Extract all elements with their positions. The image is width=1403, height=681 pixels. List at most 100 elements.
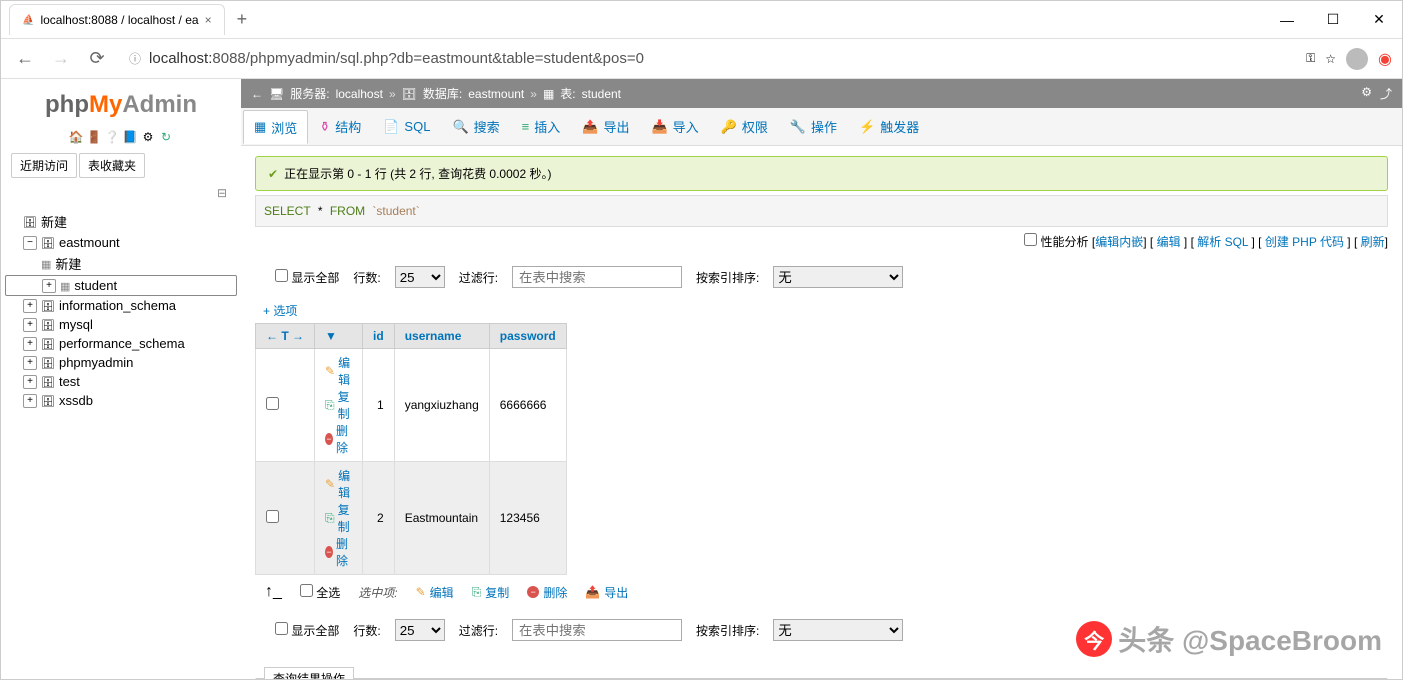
breadcrumb-server[interactable]: localhost [336,87,383,101]
url-field[interactable]: ⓘ localhost:8088/phpmyadmin/sql.php?db=e… [119,46,1298,71]
inline-edit-link[interactable]: 编辑内嵌 [1095,235,1143,249]
settings-icon[interactable]: ⚙ [140,129,156,145]
row-checkbox[interactable] [266,397,279,410]
logout-icon[interactable]: 🚪 [86,129,102,145]
tab-close-icon[interactable]: × [205,13,212,27]
rows-select[interactable]: 25 [395,266,445,288]
table-row: ✎编辑 ⎘复制 −删除 2 Eastmountain 123456 [256,462,567,575]
row-edit-button[interactable]: ✎编辑 [325,467,352,501]
key-icon[interactable]: ⚿ [1306,51,1315,66]
sort-select[interactable]: 无 [773,266,903,288]
table-row: ✎编辑 ⎘复制 −删除 1 yangxiuzhang 6666666 [256,349,567,462]
edit-link[interactable]: 编辑 [1157,235,1181,249]
nav-toggle-icon[interactable]: ← [251,87,263,101]
tab-import[interactable]: 📥导入 [640,110,709,143]
bulk-copy-button[interactable]: ⎘复制 [472,584,510,601]
sql-query-display: SELECT * FROM `student` [255,195,1388,227]
tree-new-table[interactable]: 新建 [5,252,237,275]
page-up-icon[interactable]: ⤴ [1380,85,1392,102]
tab-triggers[interactable]: ⚡触发器 [848,110,930,143]
results-table: ← T → ▼ id username password ✎编辑 ⎘复制 −删除… [255,323,567,575]
tree-db-information-schema[interactable]: +information_schema [5,296,237,315]
phpmyadmin-logo: phpMyAdmin [5,85,237,125]
tree-db-eastmount[interactable]: −eastmount [5,233,237,252]
page-settings-icon[interactable]: ⚙ [1361,85,1372,102]
row-delete-button[interactable]: −删除 [325,535,352,569]
tree-new-db[interactable]: 新建 [5,210,237,233]
tab-operations[interactable]: 🔧操作 [779,110,848,143]
tree-table-student[interactable]: +student [5,275,237,296]
col-password[interactable]: password [489,324,566,349]
tab-structure[interactable]: ⚱结构 [308,110,372,143]
php-link[interactable]: 创建 PHP 代码 [1265,235,1344,249]
breadcrumb-table[interactable]: student [582,87,621,101]
showall-checkbox[interactable] [275,269,288,282]
tab-browse[interactable]: ▦浏览 [243,110,308,144]
reload-button[interactable]: ⟳ [83,45,111,73]
tree-db-test[interactable]: +test [5,372,237,391]
forward-button[interactable]: → [47,45,75,73]
close-window-button[interactable]: ✕ [1356,2,1402,38]
back-button[interactable]: ← [11,45,39,73]
extension-icon[interactable]: ◉ [1378,49,1392,69]
copy-icon: ⎘ [325,511,335,526]
tab-search[interactable]: 🔍搜索 [441,110,510,143]
browser-tab[interactable]: ⛵ localhost:8088 / localhost / ea × [9,4,225,35]
row-copy-button[interactable]: ⎘复制 [325,501,352,535]
select-arrow-icon: ↑_ [265,583,282,601]
sql-icon[interactable]: 📘 [122,129,138,145]
docs-icon[interactable]: ❔ [104,129,120,145]
bulk-edit-button[interactable]: ✎编辑 [416,584,454,601]
rows-select-2[interactable]: 25 [395,619,445,641]
info-icon: ⓘ [129,50,141,67]
sort-select-2[interactable]: 无 [773,619,903,641]
col-id[interactable]: id [363,324,395,349]
selectall-checkbox[interactable] [300,584,313,597]
copy-icon: ⎘ [472,585,482,600]
star-icon[interactable]: ☆ [1325,52,1336,66]
tree-db-xssdb[interactable]: +xssdb [5,391,237,410]
bulk-export-button[interactable]: 📤导出 [585,584,628,601]
success-message: ✔正在显示第 0 - 1 行 (共 2 行, 查询花费 0.0002 秒。) [255,156,1388,191]
refresh-link[interactable]: 刷新 [1361,235,1385,249]
minimize-button[interactable]: — [1264,2,1310,38]
copy-icon: ⎘ [325,398,335,413]
delete-icon: − [325,546,333,558]
tree-db-phpmyadmin[interactable]: +phpmyadmin [5,353,237,372]
explain-link[interactable]: 解析 SQL [1197,235,1248,249]
favorites-tab[interactable]: 表收藏夹 [79,153,145,178]
new-tab-button[interactable]: + [237,9,248,30]
tree-db-mysql[interactable]: +mysql [5,315,237,334]
server-icon: 🖥 [269,87,284,101]
tab-privileges[interactable]: 🔑权限 [710,110,779,143]
row-edit-button[interactable]: ✎编辑 [325,354,352,388]
profile-avatar[interactable] [1346,48,1368,70]
reload-icon[interactable]: ↻ [158,129,174,145]
row-checkbox[interactable] [266,510,279,523]
tab-export[interactable]: 📤导出 [571,110,640,143]
tab-sql[interactable]: 📄SQL [372,110,441,143]
options-link[interactable]: + 选项 [255,298,1388,323]
tab-insert[interactable]: ≡插入 [511,110,572,143]
row-delete-button[interactable]: −删除 [325,422,352,456]
filter-input[interactable] [512,266,682,288]
pencil-icon: ✎ [325,477,335,491]
showall-checkbox-2[interactable] [275,622,288,635]
sidebar: phpMyAdmin 🏠 🚪 ❔ 📘 ⚙ ↻ 近期访问 表收藏夹 ⊟ 新建 −e… [1,79,241,679]
delete-icon: − [527,586,539,598]
tree-db-performance-schema[interactable]: +performance_schema [5,334,237,353]
recent-tab[interactable]: 近期访问 [11,153,77,178]
row-copy-button[interactable]: ⎘复制 [325,388,352,422]
home-icon[interactable]: 🏠 [68,129,84,145]
bulk-delete-button[interactable]: −删除 [527,584,567,601]
col-username[interactable]: username [394,324,489,349]
pencil-icon: ✎ [325,364,335,378]
database-icon: 🗄 [402,87,417,101]
breadcrumb-db[interactable]: eastmount [468,87,524,101]
maximize-button[interactable]: ☐ [1310,2,1356,38]
phpmyadmin-favicon: ⛵ [22,15,34,26]
col-checkbox[interactable]: ← T → [256,324,315,349]
filter-input-2[interactable] [512,619,682,641]
panel-toggle-icon[interactable]: ⊟ [5,182,237,204]
profiling-checkbox[interactable] [1024,233,1037,246]
